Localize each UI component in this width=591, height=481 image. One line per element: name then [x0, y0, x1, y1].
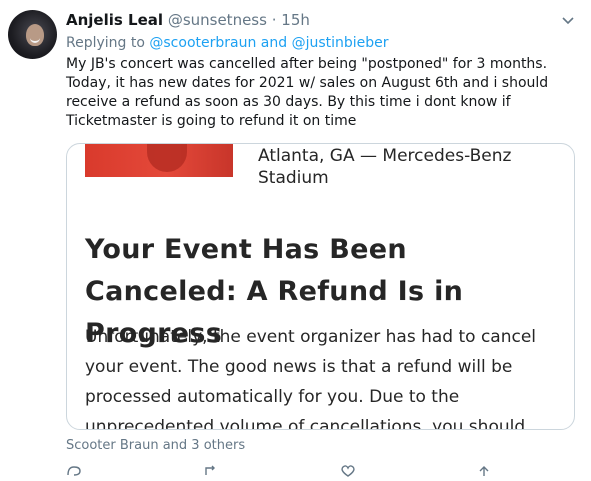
avatar[interactable] [8, 10, 57, 59]
reply-icon[interactable] [66, 462, 82, 476]
chevron-down-icon[interactable] [560, 12, 576, 28]
replying-to: Replying to @scooterbraun and @justinbie… [66, 33, 389, 53]
card-image [85, 144, 233, 177]
card-image-detail [147, 144, 187, 172]
author-name[interactable]: Anjelis Leal [66, 11, 163, 29]
liked-by-summary[interactable]: Scooter Braun and 3 others [66, 437, 245, 455]
tweet-header: Anjelis Leal @sunsetness · 15h [66, 10, 310, 30]
share-icon[interactable] [476, 462, 492, 476]
author-handle[interactable]: @sunsetness [168, 11, 267, 29]
reply-mention-and[interactable]: and [261, 35, 287, 51]
tweet-text: My JB's concert was cancelled after bein… [66, 56, 549, 129]
card-body: Unfortunately, the event organizer has h… [85, 327, 537, 430]
link-card[interactable]: Atlanta, GA — Mercedes-Benz Stadium Your… [66, 143, 575, 430]
reply-mention-justinbieber[interactable]: @justinbieber [292, 35, 389, 51]
timestamp[interactable]: 15h [281, 11, 310, 29]
replying-prefix: Replying to [66, 35, 145, 51]
separator-dot: · [271, 11, 277, 29]
reply-mention-scooterbraun[interactable]: @scooterbraun [149, 35, 256, 51]
heart-icon[interactable] [340, 462, 356, 477]
card-location: Atlanta, GA — Mercedes-Benz Stadium [258, 146, 512, 188]
retweet-icon[interactable] [203, 462, 219, 475]
